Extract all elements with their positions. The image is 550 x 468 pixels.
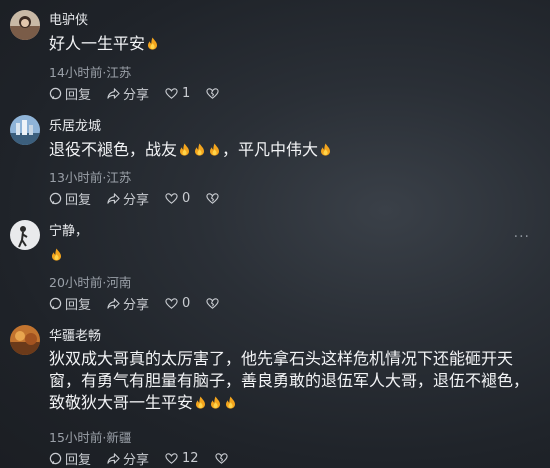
reply-button[interactable]: 回复 [49,294,91,313]
share-button[interactable]: 分享 [107,84,149,103]
reply-icon [49,87,62,99]
like-button[interactable]: 0 [165,191,190,206]
avatar[interactable] [10,10,40,40]
like-button[interactable]: 1 [165,86,190,101]
username[interactable]: 电驴侠 [49,9,88,28]
share-button[interactable]: 分享 [107,294,149,313]
broken-heart-icon [206,297,219,309]
comment-text: 狄双成大哥真的太厉害了，他先拿石头这样危机情况下还能砸开天窗，有勇气有胆量有脑子… [49,349,530,412]
reply-icon [49,452,62,464]
like-count: 0 [182,295,191,311]
comment-time-location: 14小时前·江苏 [49,65,132,80]
comment-time-location: 20小时前·河南 [49,275,132,290]
comment-actions: 回复 分享 0 [49,294,222,313]
reply-button[interactable]: 回复 [49,84,91,103]
like-button[interactable]: 12 [165,451,199,466]
share-icon [107,87,120,99]
reply-button[interactable]: 回复 [49,449,91,468]
reply-icon [49,192,62,204]
broken-heart-icon [206,87,219,99]
comment-text [49,244,544,266]
avatar[interactable] [10,115,40,145]
fire-emoji [49,245,64,264]
comment-text: 好人一生平安 [49,33,544,55]
share-icon [107,452,120,464]
comment-actions: 回复 分享 0 [49,189,222,208]
comment-time-location: 13小时前·江苏 [49,170,132,185]
like-button[interactable]: 0 [165,296,190,311]
dislike-button[interactable] [214,452,231,465]
comment-time-location: 15小时前·新疆 [49,430,132,445]
dislike-button[interactable] [206,297,222,310]
share-icon [107,297,120,309]
username[interactable]: 乐居龙城 [49,115,101,134]
fire-emoji [318,140,333,159]
dislike-button[interactable] [206,87,222,100]
username[interactable]: 宁静， [49,220,88,239]
reply-button[interactable]: 回复 [49,189,91,208]
like-count: 12 [182,450,199,466]
comment-actions: 回复 分享 1 [49,84,222,103]
avatar[interactable] [10,220,40,250]
broken-heart-icon [206,192,219,204]
more-options-button[interactable]: ··· [514,229,530,245]
like-count: 1 [182,85,191,101]
reply-icon [49,297,62,309]
heart-icon [165,192,178,204]
like-count: 0 [182,190,191,206]
username[interactable]: 华疆老畅 [49,325,101,344]
heart-icon [165,297,178,309]
fire-emoji [193,393,238,412]
share-button[interactable]: 分享 [107,449,149,468]
share-icon [107,192,120,204]
avatar[interactable] [10,325,40,355]
fire-emoji [177,140,222,159]
comment-text: 退役不褪色，战友 ，平凡中伟大 [49,139,544,161]
dislike-button[interactable] [206,192,222,205]
broken-heart-icon [214,452,228,464]
heart-icon [165,87,178,99]
heart-icon [165,452,178,464]
comment-actions: 回复 分享 12 [49,449,231,468]
share-button[interactable]: 分享 [107,189,149,208]
fire-emoji [145,34,160,53]
